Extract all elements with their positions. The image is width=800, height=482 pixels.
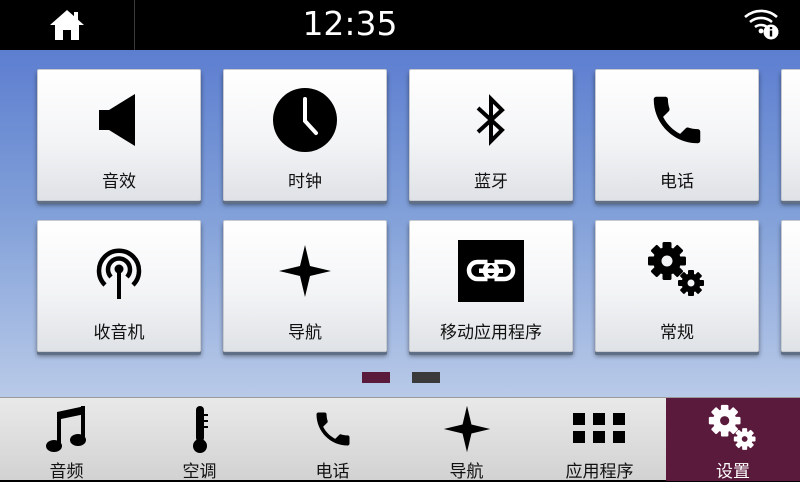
home-button[interactable] [0, 0, 135, 50]
phone-icon [653, 96, 701, 144]
tile-next-page-peek[interactable] [781, 69, 800, 201]
nav-label: 应用程序 [565, 462, 634, 482]
tile-label: 移动应用程序 [440, 323, 542, 343]
bottom-nav-bar: 音频 空调 电话 导航 应用程序 设置 [0, 397, 800, 482]
status-bar: 12:35 [0, 0, 800, 50]
navigation-star-icon [279, 245, 331, 297]
tile-label: 电话 [660, 172, 694, 192]
tile-radio[interactable]: 收音机 [37, 220, 201, 352]
tile-label: 常规 [660, 323, 694, 343]
thermometer-icon [192, 406, 208, 453]
bluetooth-icon [476, 94, 505, 146]
nav-label: 设置 [716, 462, 750, 482]
tile-clock[interactable]: 时钟 [223, 69, 387, 201]
nav-apps[interactable]: 应用程序 [533, 398, 666, 482]
nav-label: 空调 [182, 462, 217, 482]
tile-label: 时钟 [288, 172, 322, 192]
tile-label: 导航 [288, 323, 322, 343]
nav-phone[interactable]: 电话 [266, 398, 399, 482]
clock-icon [273, 88, 337, 152]
music-note-icon [45, 406, 86, 452]
radio-icon [96, 248, 142, 299]
nav-navigation[interactable]: 导航 [400, 398, 533, 482]
nav-label: 电话 [315, 462, 350, 482]
link-icon [458, 240, 524, 302]
page-indicator-inactive[interactable] [412, 372, 440, 383]
nav-label: 音频 [49, 462, 84, 482]
gears-icon [648, 242, 704, 296]
settings-grid: 音效 时钟 蓝牙 电话 收音机 导航 移动应用程序 常规 [0, 50, 800, 397]
phone-icon [316, 412, 349, 446]
tile-label: 收音机 [93, 323, 145, 343]
speaker-icon [99, 94, 135, 146]
tile-navigation[interactable]: 导航 [223, 220, 387, 352]
tile-label: 蓝牙 [474, 172, 508, 192]
tile-sound[interactable]: 音效 [37, 69, 201, 201]
settings-gears-icon [708, 404, 756, 450]
clock-time: 12:35 [302, 4, 398, 43]
nav-audio[interactable]: 音频 [0, 398, 133, 482]
tile-bluetooth[interactable]: 蓝牙 [409, 69, 573, 201]
tile-label: 音效 [102, 172, 136, 192]
nav-settings[interactable]: 设置 [666, 398, 800, 482]
tile-next-page-peek[interactable] [781, 220, 800, 352]
navigation-star-icon [443, 405, 490, 453]
page-indicator-active[interactable] [362, 372, 390, 383]
tile-phone[interactable]: 电话 [595, 69, 759, 201]
nav-climate[interactable]: 空调 [133, 398, 266, 482]
wifi-info-icon[interactable] [742, 5, 782, 41]
apps-grid-icon [572, 413, 625, 443]
tile-mobile-apps[interactable]: 移动应用程序 [409, 220, 573, 352]
nav-label: 导航 [449, 462, 484, 482]
tile-general[interactable]: 常规 [595, 220, 759, 352]
home-icon [50, 10, 84, 40]
